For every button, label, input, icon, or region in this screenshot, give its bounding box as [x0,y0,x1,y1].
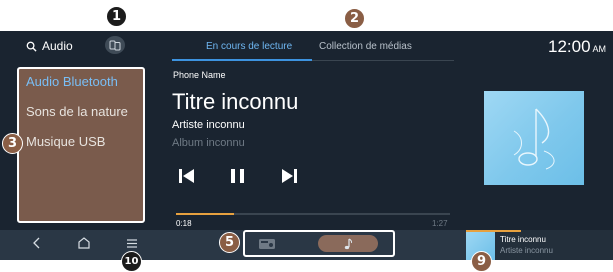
radio-mode-button[interactable] [257,237,277,250]
pause-icon [231,169,244,183]
progress-bar[interactable] [176,213,450,215]
track-title: Titre inconnu [172,89,299,114]
source-switch-icon [109,40,121,50]
elapsed-time: 0:18 [176,219,192,228]
source-switch-button[interactable] [105,36,125,54]
progress-fill [176,213,234,215]
total-time: 1:27 [432,219,448,228]
sidebar-item-usb-music[interactable]: Musique USB [26,134,105,149]
album-art-music-icon [513,108,555,170]
callout-9: 9 [471,251,492,272]
mini-progress [466,230,521,232]
callout-3: 3 [2,133,23,154]
search-button[interactable]: Audio [26,39,73,53]
callout-1: 1 [106,6,127,27]
clock-ampm: AM [592,44,607,54]
back-button[interactable] [31,236,43,255]
sidebar-item-bluetooth-audio[interactable]: Audio Bluetooth [26,74,118,89]
search-label: Audio [42,39,73,53]
track-artist: Artiste inconnu [172,119,245,131]
clock: 12:00 AM [548,37,606,57]
active-tab-indicator [172,59,312,61]
search-icon [26,41,37,52]
mini-track-artist: Artiste inconnu [500,246,553,255]
bottom-navigation-bar: Titre inconnu Artiste inconnu [0,230,613,260]
tab-media-collection[interactable]: Collection de médias [319,41,412,52]
callout-10: 10 [121,251,142,272]
source-list: Audio Bluetooth Sons de la nature Musiqu… [17,67,145,223]
music-note-icon [344,238,353,249]
clock-time: 12:00 [548,37,591,56]
pause-button[interactable] [229,168,247,189]
media-mode-switch [243,230,395,257]
tab-divider [312,60,454,61]
next-button[interactable] [280,168,298,189]
menu-icon [127,239,137,248]
callout-5: 5 [219,232,240,253]
previous-button[interactable] [178,168,196,189]
radio-icon [259,239,275,249]
sidebar-item-nature-sounds[interactable]: Sons de la nature [26,104,128,119]
top-bar: Audio En cours de lecture Collection de … [0,31,613,62]
back-icon [33,237,40,249]
previous-icon [179,169,194,183]
album-art [484,91,584,185]
audio-screen: Audio En cours de lecture Collection de … [0,31,613,260]
music-mode-button[interactable] [318,235,378,252]
home-button[interactable] [77,236,91,255]
tab-now-playing[interactable]: En cours de lecture [206,41,292,52]
home-icon [78,237,90,249]
mini-track-title: Titre inconnu [500,235,546,244]
source-device-name: Phone Name [173,70,226,80]
track-album: Album inconnu [172,137,245,149]
callout-2: 2 [344,8,365,29]
next-icon [282,169,297,183]
